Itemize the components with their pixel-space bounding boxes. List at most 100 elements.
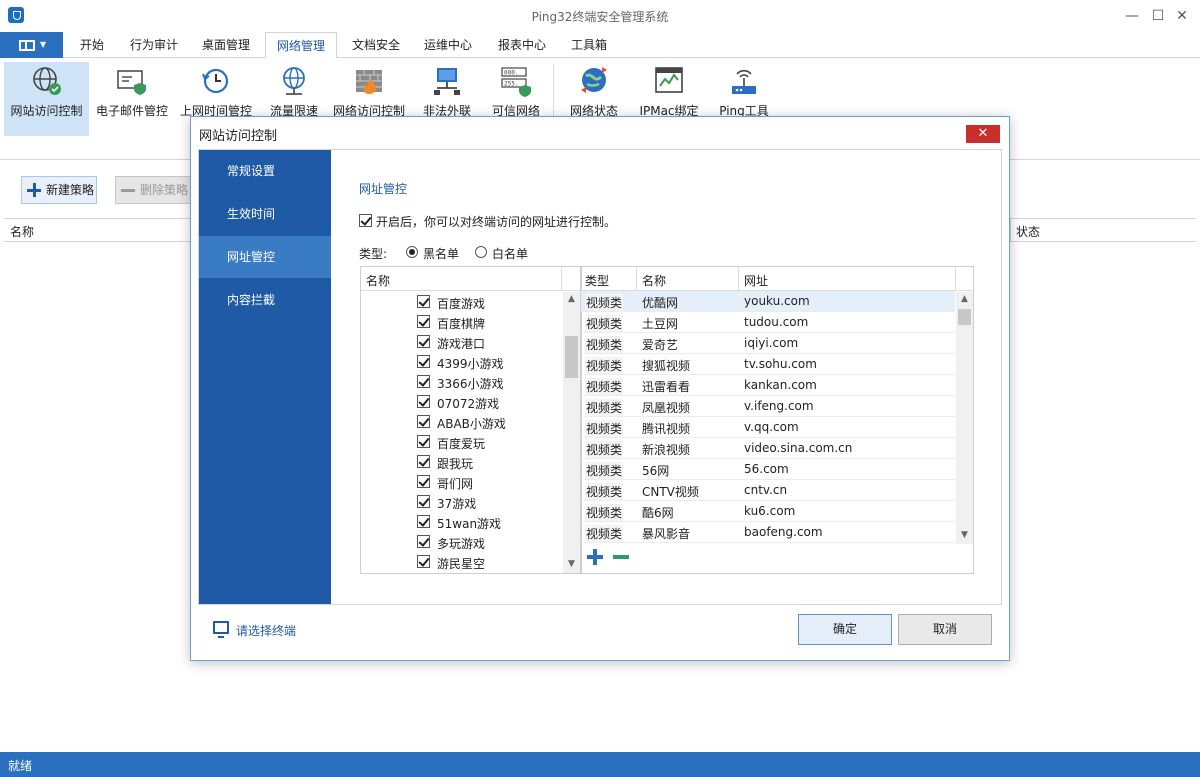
- url-row[interactable]: 视频类 CNTV视频 cntv.cn: [581, 480, 955, 501]
- tree-item[interactable]: 3366小游戏: [361, 372, 561, 392]
- url-row[interactable]: 视频类 爱奇艺 iqiyi.com: [581, 333, 955, 354]
- tree-item-checkbox[interactable]: [417, 395, 430, 408]
- url-row-url: v.ifeng.com: [744, 399, 814, 413]
- url-row-url: tv.sohu.com: [744, 357, 817, 371]
- url-row[interactable]: 视频类 凤凰视频 v.ifeng.com: [581, 396, 955, 417]
- tab-document-security[interactable]: 文档安全: [344, 32, 408, 58]
- scroll-down-icon[interactable]: ▼: [956, 530, 973, 540]
- url-row[interactable]: 视频类 新浪视频 video.sina.com.cn: [581, 438, 955, 459]
- tree-item[interactable]: 4399小游戏: [361, 352, 561, 372]
- nav-content-blocking[interactable]: 内容拦截: [199, 279, 331, 321]
- close-icon[interactable]: ✕: [1172, 8, 1192, 24]
- tree-item-checkbox[interactable]: [417, 495, 430, 508]
- url-row-name: 优酷网: [642, 296, 679, 310]
- tree-item-checkbox[interactable]: [417, 315, 430, 328]
- url-row-name: 56网: [642, 464, 670, 478]
- blacklist-label: 黑名单: [423, 247, 460, 261]
- minimize-icon[interactable]: —: [1122, 8, 1142, 24]
- tab-behavior-audit[interactable]: 行为审计: [122, 32, 186, 58]
- whitelist-label: 白名单: [492, 247, 529, 261]
- nav-url-control[interactable]: 网址管控: [199, 236, 331, 278]
- scroll-down-icon[interactable]: ▼: [563, 559, 580, 569]
- tree-item-checkbox[interactable]: [417, 335, 430, 348]
- url-row-type: 视频类: [585, 525, 624, 542]
- url-table: 类型 名称 网址 视频类 优酷网 youku.com 视频类 土豆网 tudou.com…: [580, 266, 974, 574]
- tree-item-checkbox[interactable]: [417, 475, 430, 488]
- tree-item[interactable]: 07072游戏: [361, 392, 561, 412]
- tree-item[interactable]: 百度爱玩: [361, 432, 561, 452]
- url-row[interactable]: 视频类 土豆网 tudou.com: [581, 312, 955, 333]
- tree-scroll-thumb[interactable]: [565, 336, 578, 378]
- monitor-icon: [213, 621, 229, 638]
- tree-item[interactable]: 游民星空: [361, 552, 561, 572]
- monitor-network-icon: [434, 68, 460, 95]
- url-row[interactable]: 视频类 酷6网 ku6.com: [581, 501, 955, 522]
- tree-item[interactable]: 37游戏: [361, 492, 561, 512]
- ok-button[interactable]: 确定: [798, 614, 892, 645]
- url-row[interactable]: 视频类 腾讯视频 v.qq.com: [581, 417, 955, 438]
- url-row[interactable]: 视频类 迅雷看看 kankan.com: [581, 375, 955, 396]
- ribbon-website-access-control[interactable]: 网站访问控制: [4, 62, 89, 136]
- tree-scrollbar[interactable]: ▲ ▼: [563, 292, 580, 573]
- url-row-type: 视频类: [585, 462, 624, 479]
- dialog-close-button[interactable]: ✕: [966, 125, 1000, 143]
- scroll-up-icon[interactable]: ▲: [563, 294, 580, 304]
- url-row[interactable]: 视频类 暴风影音 baofeng.com: [581, 522, 955, 543]
- new-policy-button[interactable]: 新建策略: [21, 176, 97, 204]
- tab-ops-center[interactable]: 运维中心: [416, 32, 480, 58]
- tab-start[interactable]: 开始: [70, 32, 114, 58]
- status-bar: 就绪: [0, 752, 1200, 777]
- url-row-url: video.sina.com.cn: [744, 441, 853, 455]
- nav-effective-time[interactable]: 生效时间: [199, 193, 331, 235]
- select-terminal-link[interactable]: 请选择终端: [236, 622, 296, 639]
- url-row[interactable]: 视频类 优酷网 youku.com: [581, 291, 955, 312]
- delete-policy-button[interactable]: 删除策略: [115, 176, 195, 204]
- tab-desktop-management[interactable]: 桌面管理: [194, 32, 258, 58]
- globe-check-icon: [32, 67, 61, 95]
- tree-item-checkbox[interactable]: [417, 435, 430, 448]
- tree-item-checkbox[interactable]: [417, 375, 430, 388]
- tree-item[interactable]: 多玩游戏: [361, 532, 561, 552]
- url-row-name: 新浪视频: [642, 443, 691, 457]
- tab-report-center[interactable]: 报表中心: [490, 32, 554, 58]
- tree-item[interactable]: ABAB小游戏: [361, 412, 561, 432]
- tree-item-label: 4399小游戏: [437, 357, 504, 371]
- tree-item-checkbox[interactable]: [417, 295, 430, 308]
- tab-toolbox[interactable]: 工具箱: [562, 32, 616, 58]
- tree-item[interactable]: 哥们网: [361, 472, 561, 492]
- tab-network-management[interactable]: 网络管理: [265, 32, 337, 59]
- tree-item-checkbox[interactable]: [417, 555, 430, 568]
- add-url-icon[interactable]: [587, 549, 603, 565]
- remove-url-icon[interactable]: [613, 555, 629, 559]
- maximize-icon[interactable]: ☐: [1148, 8, 1168, 24]
- url-row[interactable]: 视频类 56网 56.com: [581, 459, 955, 480]
- tree-item-checkbox[interactable]: [417, 355, 430, 368]
- nav-general-settings[interactable]: 常规设置: [199, 150, 331, 192]
- tree-item[interactable]: 百度棋牌: [361, 312, 561, 332]
- blacklist-radio[interactable]: [406, 246, 418, 258]
- app-menu-button[interactable]: ▼: [0, 32, 63, 58]
- tree-item[interactable]: 跟我玩: [361, 452, 561, 472]
- website-access-dialog: 网站访问控制 ✕ 常规设置 生效时间 网址管控 内容拦截 网址管控 开启后，你可…: [190, 116, 1010, 661]
- tree-item-checkbox[interactable]: [417, 455, 430, 468]
- url-row-name: 凤凰视频: [642, 401, 691, 415]
- dialog-nav: 常规设置 生效时间 网址管控 内容拦截: [199, 150, 331, 604]
- ribbon-email-control[interactable]: 电子邮件管控: [93, 62, 171, 136]
- tree-item-checkbox[interactable]: [417, 515, 430, 528]
- url-scroll-thumb[interactable]: [958, 309, 971, 325]
- scroll-up-icon[interactable]: ▲: [956, 294, 973, 304]
- tree-item[interactable]: 游戏港口: [361, 332, 561, 352]
- tree-item[interactable]: 百度游戏: [361, 292, 561, 312]
- tree-item-checkbox[interactable]: [417, 415, 430, 428]
- globe-sync-icon: [581, 67, 607, 93]
- tree-header-name: 名称: [366, 274, 391, 288]
- cancel-button[interactable]: 取消: [898, 614, 992, 645]
- url-row-url: youku.com: [744, 294, 810, 308]
- url-row-name: 迅雷看看: [642, 380, 691, 394]
- enable-checkbox[interactable]: [359, 214, 372, 227]
- whitelist-radio[interactable]: [475, 246, 487, 258]
- url-table-scrollbar[interactable]: ▲ ▼: [956, 292, 973, 544]
- tree-item-checkbox[interactable]: [417, 535, 430, 548]
- tree-item[interactable]: 51wan游戏: [361, 512, 561, 532]
- url-row[interactable]: 视频类 搜狐视频 tv.sohu.com: [581, 354, 955, 375]
